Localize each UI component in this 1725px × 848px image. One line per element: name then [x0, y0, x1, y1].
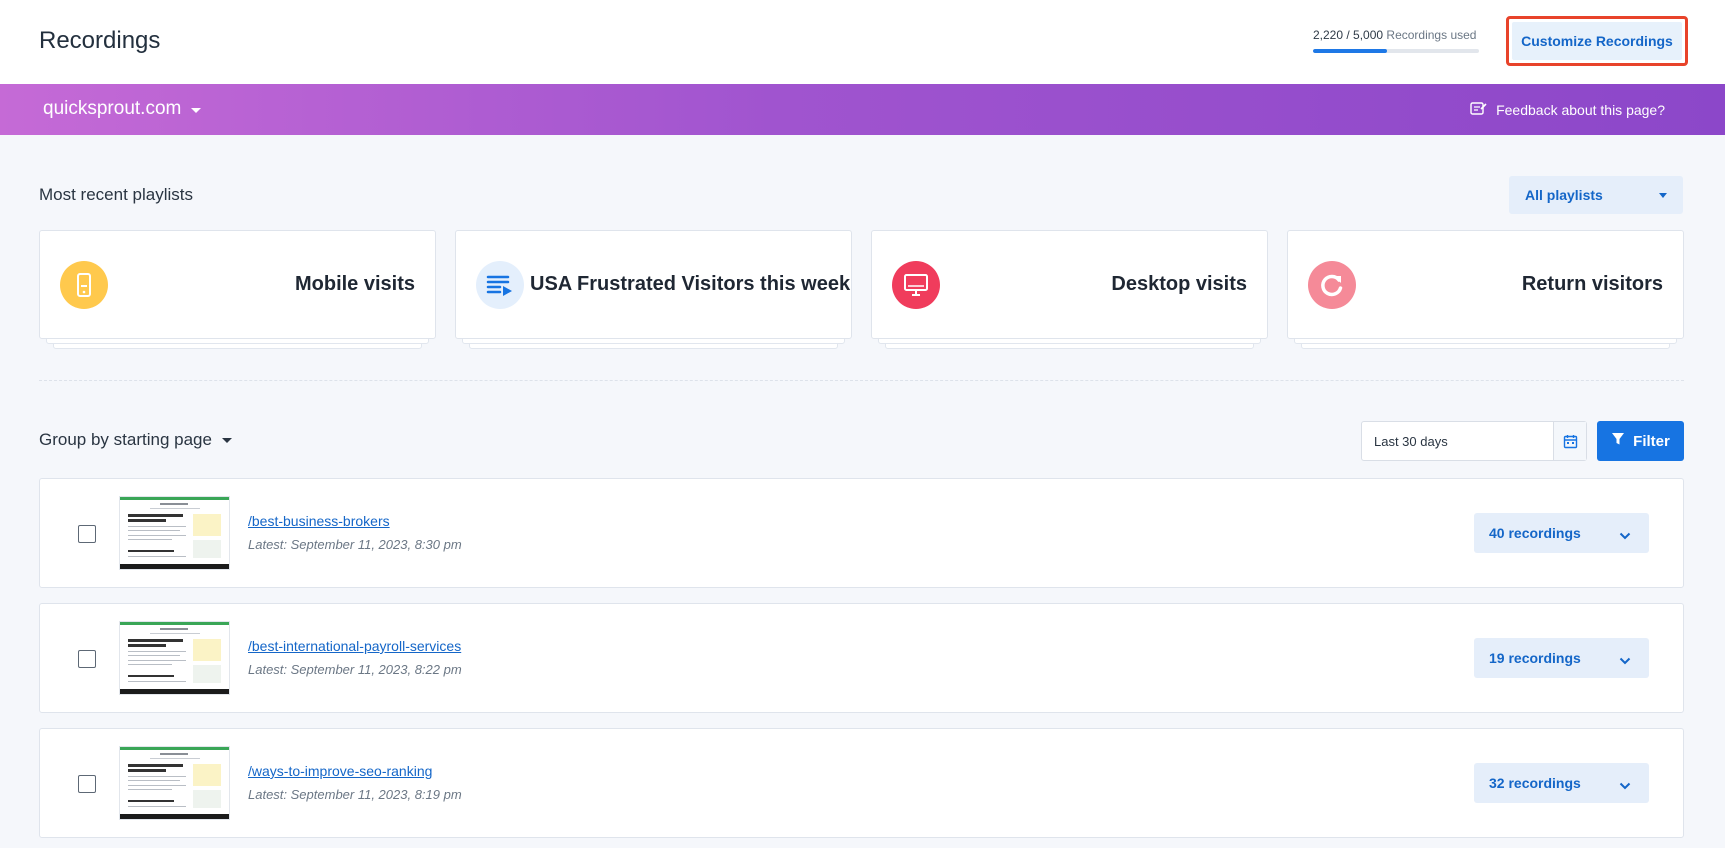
playlists-section-title: Most recent playlists: [39, 185, 193, 204]
playlist-card-wrapper: USA Frustrated Visitors this week: [455, 230, 852, 350]
table-row: /best-international-payroll-services Lat…: [39, 603, 1684, 713]
recordings-count: 19 recordings: [1489, 650, 1581, 666]
mobile-icon: [60, 260, 108, 309]
usage-separator: /: [1343, 28, 1354, 42]
recordings-count-button[interactable]: 40 recordings: [1474, 513, 1649, 553]
caret-down-icon: [1659, 193, 1667, 198]
calendar-icon[interactable]: [1553, 422, 1586, 460]
page-title: Recordings: [39, 27, 161, 54]
section-divider: [39, 380, 1684, 381]
playlist-card-wrapper: Return visitors: [1287, 230, 1684, 350]
page-thumbnail: [120, 497, 229, 569]
latest-timestamp: Latest: September 11, 2023, 8:22 pm: [248, 662, 462, 677]
playlist-card-wrapper: Mobile visits: [39, 230, 436, 350]
playlist-card-usa-frustrated[interactable]: USA Frustrated Visitors this week: [455, 230, 852, 339]
group-by-label: Group by starting page: [39, 430, 212, 449]
row-checkbox[interactable]: [78, 650, 96, 668]
playlist-card-label: Return visitors: [1521, 273, 1663, 295]
chevron-down-icon: [1619, 652, 1631, 668]
group-by-dropdown[interactable]: Group by starting page: [39, 430, 232, 450]
chevron-down-icon: [1619, 527, 1631, 543]
date-range-value: Last 30 days: [1374, 433, 1448, 449]
usage-text: 2,220 / 5,000 Recordings used: [1313, 28, 1479, 42]
usage-progress-fill: [1313, 49, 1387, 53]
recordings-count-button[interactable]: 19 recordings: [1474, 638, 1649, 678]
recordings-count-button[interactable]: 32 recordings: [1474, 763, 1649, 803]
filter-icon: [1611, 432, 1625, 450]
caret-down-icon: [221, 437, 232, 443]
site-name: quicksprout.com: [43, 98, 182, 119]
filter-button[interactable]: Filter: [1597, 421, 1684, 461]
playlist-card-label: Mobile visits: [294, 273, 415, 295]
feedback-label: Feedback about this page?: [1496, 102, 1665, 118]
desktop-icon: [892, 260, 940, 309]
playlist-card-label: USA Frustrated Visitors this week: [530, 273, 851, 295]
usage-suffix: Recordings used: [1383, 28, 1477, 42]
top-header: Recordings 2,220 / 5,000 Recordings used…: [0, 0, 1725, 84]
feedback-link[interactable]: Feedback about this page?: [1470, 101, 1665, 119]
latest-timestamp: Latest: September 11, 2023, 8:30 pm: [248, 537, 462, 552]
page-path-link[interactable]: /best-international-payroll-services: [248, 638, 461, 654]
page-path-link[interactable]: /best-business-brokers: [248, 513, 390, 529]
chevron-down-icon: [1619, 777, 1631, 793]
recordings-count: 32 recordings: [1489, 775, 1581, 791]
recordings-count: 40 recordings: [1489, 525, 1581, 541]
page-thumbnail: [120, 747, 229, 819]
filter-label: Filter: [1633, 432, 1670, 450]
latest-timestamp: Latest: September 11, 2023, 8:19 pm: [248, 787, 462, 802]
site-bar: quicksprout.com Feedback about this page…: [0, 84, 1725, 135]
row-checkbox[interactable]: [78, 525, 96, 543]
playlist-card-label: Desktop visits: [1111, 273, 1247, 295]
feedback-icon: [1470, 101, 1487, 119]
date-range-picker[interactable]: Last 30 days: [1361, 421, 1587, 461]
caret-down-icon: [191, 108, 202, 113]
playlist-cards: Mobile visits USA Frustrated Visitors th…: [39, 230, 1684, 350]
playlist-card-mobile-visits[interactable]: Mobile visits: [39, 230, 436, 339]
page-path-link[interactable]: /ways-to-improve-seo-ranking: [248, 763, 432, 779]
playlist-card-return-visitors[interactable]: Return visitors: [1287, 230, 1684, 339]
usage-total: 5,000: [1353, 28, 1384, 42]
page-thumbnail: [120, 622, 229, 694]
return-icon: [1308, 260, 1356, 309]
usage-used: 2,220: [1313, 28, 1344, 42]
playlist-icon: [476, 260, 524, 309]
all-playlists-label: All playlists: [1525, 187, 1603, 203]
customize-recordings-button[interactable]: Customize Recordings: [1506, 16, 1688, 66]
table-row: /best-business-brokers Latest: September…: [39, 478, 1684, 588]
all-playlists-dropdown[interactable]: All playlists: [1509, 176, 1683, 214]
table-row: /ways-to-improve-seo-ranking Latest: Sep…: [39, 728, 1684, 838]
row-checkbox[interactable]: [78, 775, 96, 793]
site-selector[interactable]: quicksprout.com: [43, 98, 202, 120]
recordings-usage: 2,220 / 5,000 Recordings used: [1313, 28, 1479, 53]
usage-progress-bar: [1313, 49, 1479, 53]
playlist-card-desktop-visits[interactable]: Desktop visits: [871, 230, 1268, 339]
customize-recordings-label: Customize Recordings: [1512, 22, 1682, 60]
playlist-card-wrapper: Desktop visits: [871, 230, 1268, 350]
